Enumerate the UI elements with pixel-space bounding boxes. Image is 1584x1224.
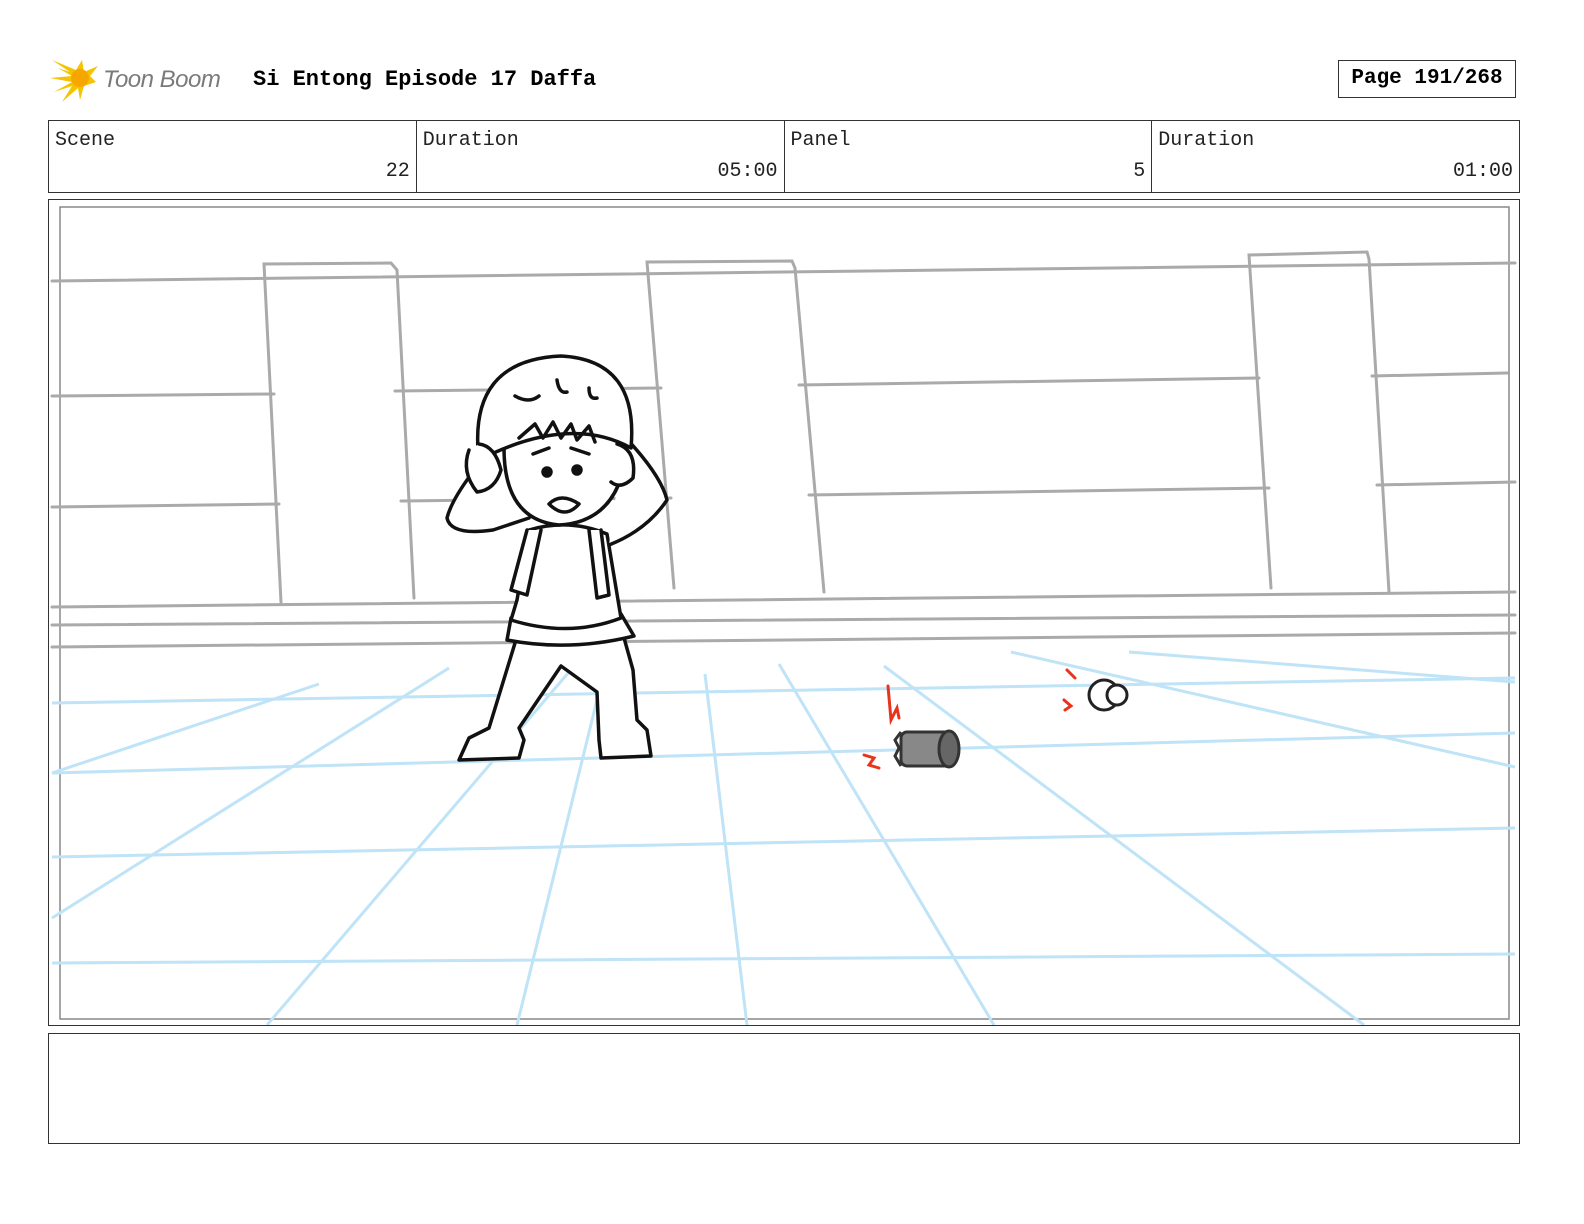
- scene-cell: Scene 22: [49, 121, 417, 192]
- safe-frame: [59, 206, 1510, 1020]
- scene-duration-cell: Duration 05:00: [417, 121, 785, 192]
- panel-value: 5: [1133, 160, 1146, 183]
- panel-sketch: [50, 206, 1517, 1025]
- panel-duration-cell: Duration 01:00: [1152, 121, 1519, 192]
- logo-text: Toon Boom: [103, 66, 221, 93]
- lens-cylinder: [893, 729, 961, 769]
- background-walls: [50, 250, 1517, 649]
- page-number: Page 191/268: [1338, 60, 1516, 98]
- panel-label: Panel: [790, 129, 851, 152]
- toon-boom-logo: Toon Boom: [50, 54, 240, 106]
- page-header: Toon Boom Si Entong Episode 17 Daffa Pag…: [50, 54, 1540, 106]
- storyboard-panel: [48, 199, 1520, 1026]
- scene-info-table: Scene 22 Duration 05:00 Panel 5 Duration…: [48, 120, 1520, 193]
- panel-duration-label: Duration: [1158, 129, 1255, 152]
- document-title: Si Entong Episode 17 Daffa: [253, 67, 597, 92]
- toon-boom-star-icon: [50, 60, 98, 102]
- panel-duration-value: 01:00: [1452, 160, 1513, 183]
- character-sketch: [445, 354, 669, 762]
- floor-grid: [51, 650, 1516, 1025]
- scene-duration-value: 05:00: [717, 160, 778, 183]
- small-ring: [1087, 678, 1129, 712]
- scene-label: Scene: [55, 129, 116, 152]
- panel-notes-box: [48, 1033, 1520, 1144]
- scene-value: 22: [385, 160, 410, 183]
- scene-duration-label: Duration: [422, 129, 519, 152]
- panel-cell: Panel 5: [785, 121, 1153, 192]
